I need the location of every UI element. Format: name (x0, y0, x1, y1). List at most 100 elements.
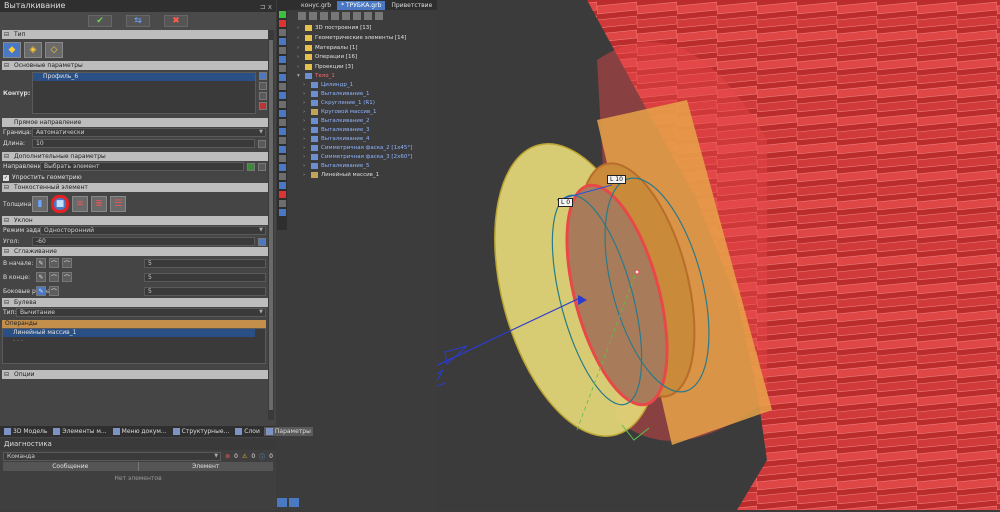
tool-icon[interactable] (278, 137, 286, 144)
expand-icon[interactable] (342, 11, 350, 20)
settings-icon[interactable] (375, 11, 383, 20)
dimension-label-2[interactable]: L 0 (558, 198, 574, 207)
tool-icon[interactable] (278, 164, 286, 171)
tree-item[interactable]: › Симметричная фаска_2 [1x45°] (303, 143, 412, 152)
smoothing-section[interactable]: Сглаживание (2, 247, 268, 256)
operands-list[interactable]: Линейный массив_1 - - - (2, 328, 266, 364)
thickness-none-icon[interactable]: ▮ (32, 196, 48, 212)
smooth-icon[interactable]: ✎ (36, 272, 46, 282)
tool-icon[interactable] (278, 110, 286, 117)
contour-list[interactable]: Профиль_6 (32, 72, 256, 114)
warning-icon[interactable]: ⚠ (242, 453, 247, 460)
close-icon[interactable] (278, 20, 286, 27)
length-stepper[interactable] (258, 139, 266, 148)
slope-section[interactable]: Уклон (2, 216, 268, 225)
tool-icon[interactable] (278, 119, 286, 126)
forward-section[interactable]: Прямое направление (2, 118, 268, 127)
col-message[interactable]: Сообщение (3, 462, 139, 471)
doc-tab-welcome[interactable]: Приветствие (387, 1, 436, 10)
view-icon[interactable] (289, 498, 299, 507)
thickness-inside-icon[interactable]: ≡ (72, 196, 88, 212)
smooth-icon[interactable]: ✎ (36, 258, 46, 268)
tab-layers[interactable]: Слои (233, 427, 262, 436)
forward-icon[interactable] (320, 11, 328, 20)
smooth-icon[interactable]: ⌒ (62, 272, 72, 282)
tree-item[interactable]: › Выталкивание_4 (303, 134, 370, 143)
ok-button[interactable]: ✔ (88, 15, 112, 27)
thin-wall-section[interactable]: Тонкостенный элемент (2, 183, 268, 192)
contour-item[interactable]: Профиль_6 (33, 73, 255, 81)
smooth-start-input[interactable]: 5 (144, 258, 266, 268)
boundary-select[interactable]: Автоматически ▼ (32, 128, 266, 137)
filter-icon[interactable] (298, 11, 306, 20)
tool-icon[interactable] (278, 47, 286, 54)
delete-contour-icon[interactable] (259, 102, 267, 110)
tree-item[interactable]: › Круговой массив_1 (303, 107, 376, 116)
main-params-section[interactable]: Основные параметры (2, 61, 268, 70)
type-extrude-icon[interactable]: ◆ (3, 42, 21, 58)
tree-item[interactable]: › Скругление_1 (R1) (303, 98, 375, 107)
btype-select[interactable]: Вычитание ▼ (16, 308, 266, 317)
back-icon[interactable] (309, 11, 317, 20)
smooth-icon[interactable]: ⌒ (49, 272, 59, 282)
tree-item[interactable]: › Выталкивание_5 (303, 161, 370, 170)
tool-icon[interactable] (278, 173, 286, 180)
tool-icon[interactable] (278, 200, 286, 207)
tab-3d-model[interactable]: 3D Модель (2, 427, 49, 436)
collapse-icon[interactable] (353, 11, 361, 20)
side-edges-input[interactable]: 5 (144, 286, 266, 296)
tool-icon[interactable] (278, 83, 286, 90)
ok-icon[interactable] (278, 11, 286, 18)
pin-close-icon[interactable]: ⊐ x (260, 1, 272, 13)
mode-select[interactable]: Односторонний ▼ (40, 226, 266, 235)
smooth-icon[interactable]: ⌒ (49, 286, 59, 296)
viewport-3d[interactable]: L 10 L 0 (426, 0, 1000, 510)
simplify-checkbox[interactable]: ✓ (3, 174, 9, 181)
panel-scrollbar[interactable] (268, 30, 274, 420)
smooth-end-input[interactable]: 5 (144, 272, 266, 282)
tool-icon[interactable] (278, 146, 286, 153)
type-section[interactable]: Тип (2, 30, 268, 39)
type-extrude2-icon[interactable]: ◈ (24, 42, 42, 58)
tool-icon[interactable] (278, 182, 286, 189)
home-icon[interactable] (331, 11, 339, 20)
cancel-button[interactable]: ✖ (164, 15, 188, 27)
tree-item[interactable]: › 3D построения [13] (297, 23, 371, 32)
direction-arrow-icon[interactable] (444, 345, 468, 365)
doc-tab-trubka[interactable]: * ТРУБКА.grb (337, 0, 386, 10)
tree-item[interactable]: › Выталкивание_2 (303, 116, 370, 125)
tool-icon[interactable] (278, 155, 286, 162)
edit-contour-icon[interactable] (259, 82, 267, 90)
tab-structural[interactable]: Структурные... (171, 427, 232, 436)
tree-item[interactable]: › Выталкивание_3 (303, 125, 370, 134)
tab-doc-menu[interactable]: Меню докум... (111, 427, 169, 436)
angle-input[interactable]: -60 (32, 237, 255, 246)
tool-icon[interactable] (278, 74, 286, 81)
tree-item-body[interactable]: ▾ Тело_1 (297, 71, 335, 80)
smooth-icon[interactable]: ✎ (36, 286, 46, 296)
tool-icon[interactable] (278, 101, 286, 108)
search-icon[interactable] (364, 11, 372, 20)
apply-button[interactable]: ⇆ (126, 15, 150, 27)
tree-item[interactable]: › Цилиндр_1 (303, 80, 353, 89)
tool-icon[interactable] (278, 92, 286, 99)
tree-item[interactable]: › Симметричная фаска_3 [2x60°] (303, 152, 412, 161)
type-extrude3-icon[interactable]: ◇ (45, 42, 63, 58)
thickness-outside-icon[interactable]: ■ (51, 195, 69, 213)
move-contour-icon[interactable] (259, 92, 267, 100)
view-icon[interactable] (277, 498, 287, 507)
dimension-label-1[interactable]: L 10 (607, 175, 626, 184)
thickness-both-icon[interactable]: ☰ (110, 196, 126, 212)
direction-field[interactable]: Выбрать элемент (40, 162, 244, 171)
tab-elements[interactable]: Элементы м... (51, 427, 108, 436)
tool-icon[interactable] (278, 65, 286, 72)
length-input[interactable]: 10 (32, 139, 255, 148)
smooth-icon[interactable]: ⌒ (49, 258, 59, 268)
col-element[interactable]: Элемент (139, 462, 274, 471)
tree-item[interactable]: › Операции [16] (297, 52, 357, 61)
tool-icon[interactable] (278, 38, 286, 45)
angle-stepper[interactable] (258, 237, 266, 246)
boolean-section[interactable]: Булева (2, 298, 268, 307)
add-contour-icon[interactable] (259, 72, 267, 80)
tool-icon[interactable] (278, 209, 286, 216)
